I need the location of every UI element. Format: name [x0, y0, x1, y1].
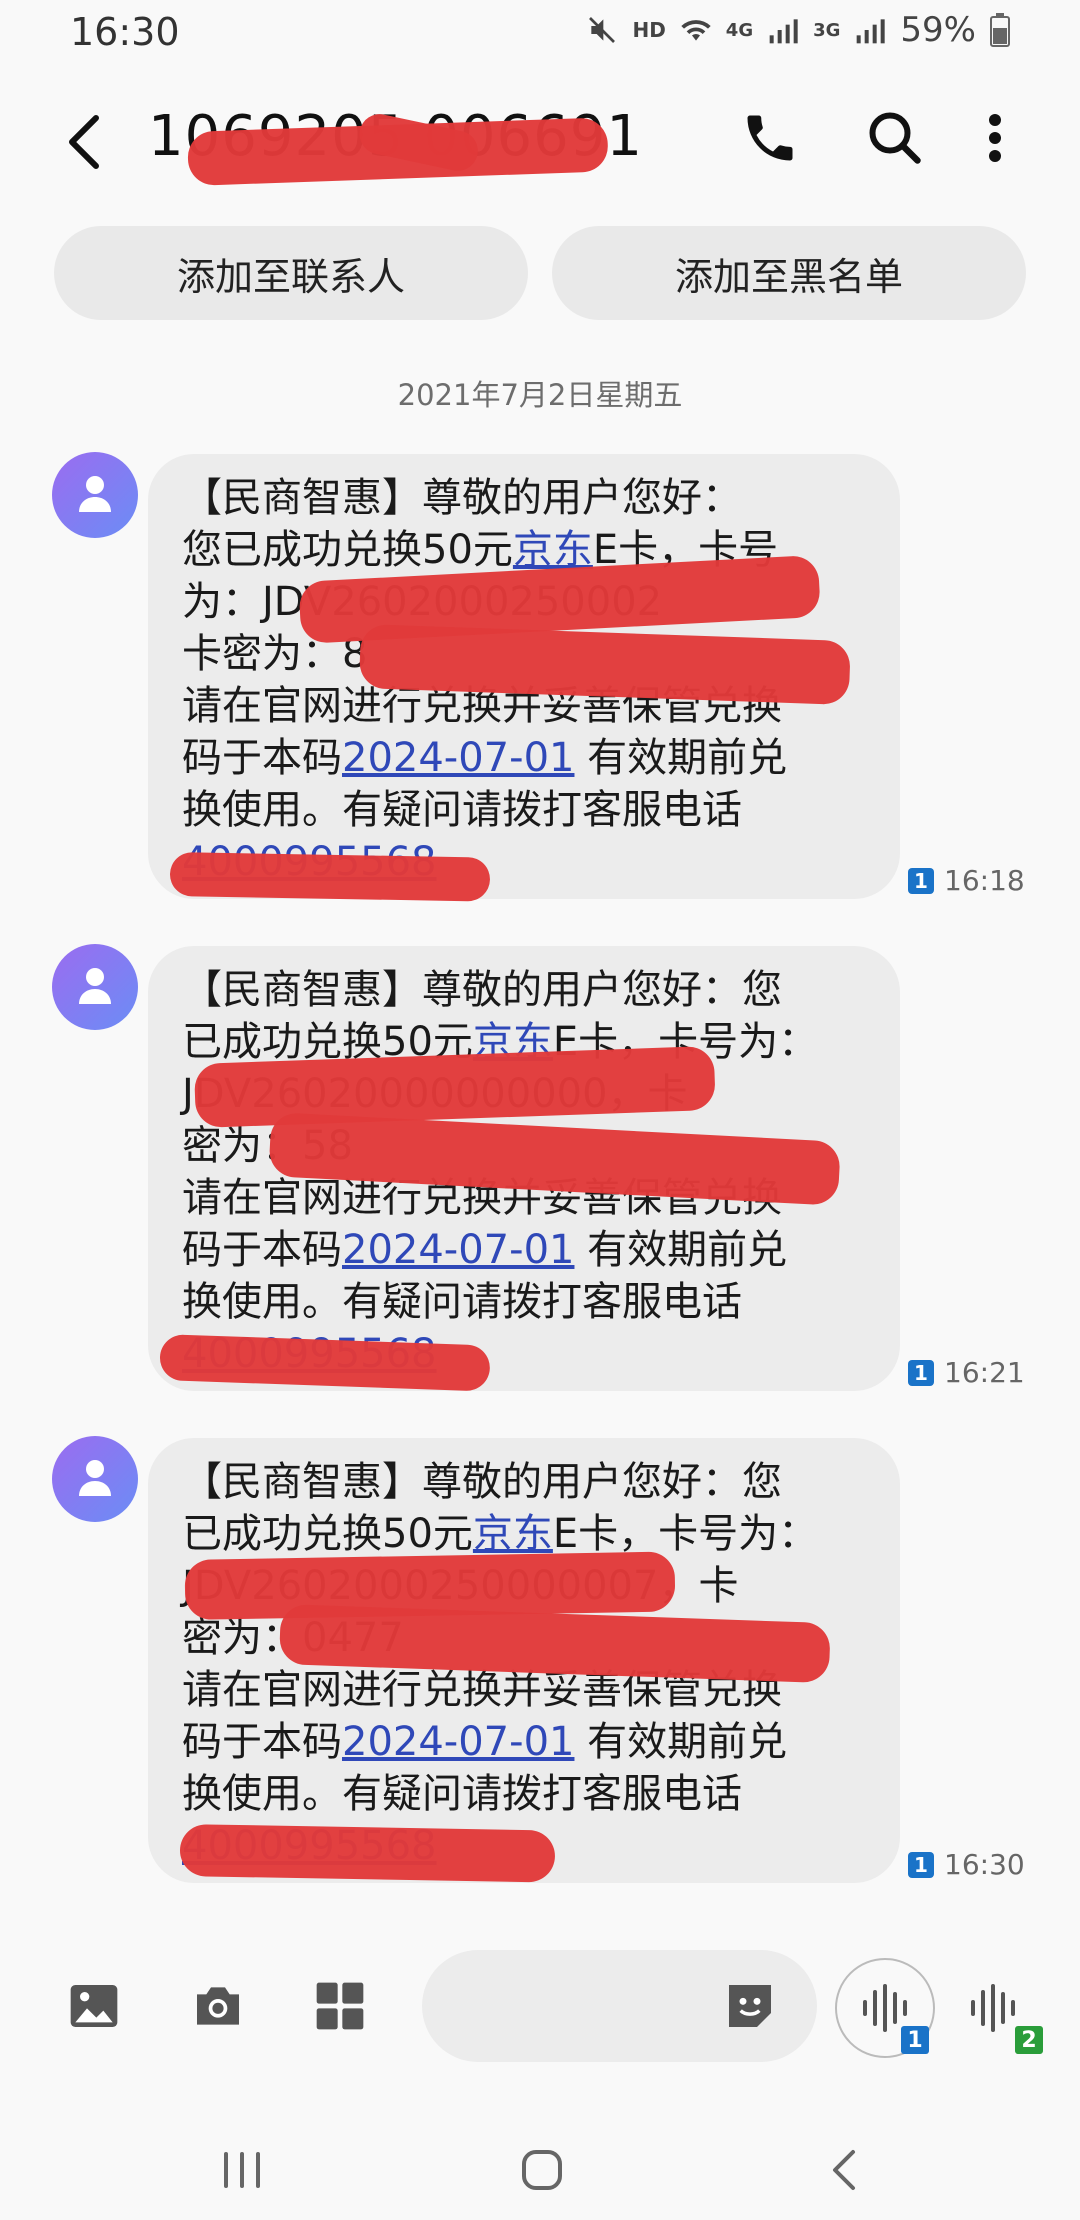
voice-message-sim2-button[interactable]: 2	[965, 1978, 1043, 2054]
hd-label: HD	[632, 18, 666, 42]
battery-percent: 59%	[900, 10, 976, 50]
conversation-header: 1069205 006691	[0, 90, 1080, 200]
sim-badge: 1	[908, 1851, 934, 1878]
status-bar: 16:30 HD 4G 3G 59%	[0, 0, 1080, 66]
sim-badge: 1	[908, 1359, 934, 1386]
network-4g: 4G	[725, 19, 754, 41]
message-line: 换使用。有疑问请拨打客服电话	[182, 787, 742, 833]
battery-icon	[990, 13, 1010, 47]
voice-message-sim1-button[interactable]: 1	[835, 1958, 935, 2058]
signal-icon	[769, 19, 798, 44]
network-3g: 3G	[813, 19, 841, 41]
status-time: 16:30	[70, 10, 180, 54]
search-icon[interactable]	[865, 108, 925, 168]
gallery-icon[interactable]	[66, 1978, 122, 2034]
message-line: 【民商智惠】尊敬的用户您好：	[182, 475, 742, 521]
person-icon	[79, 476, 111, 512]
brand-link[interactable]: 京东	[473, 1511, 553, 1557]
avatar[interactable]	[52, 1436, 138, 1522]
avatar[interactable]	[52, 452, 138, 538]
more-options-icon[interactable]	[975, 108, 1015, 168]
message-line: 码于本码2024-07-01 有效期前兑	[182, 1227, 788, 1273]
add-to-blocklist-button[interactable]: 添加至黑名单	[552, 226, 1026, 320]
message-line: 码于本码2024-07-01 有效期前兑	[182, 1719, 788, 1765]
system-nav-bar	[0, 2110, 1080, 2220]
sticker-icon[interactable]	[722, 1978, 778, 2034]
conversation-date: 2021年7月2日星期五	[397, 378, 683, 412]
message-composer: 1 2	[0, 1950, 1080, 2120]
sim2-badge: 2	[1015, 2026, 1043, 2054]
sim-badge: 1	[908, 867, 934, 894]
person-icon	[79, 1460, 111, 1496]
message-meta: 1 16:18	[908, 864, 1025, 897]
signal-icon-2	[857, 19, 886, 44]
message-time: 16:21	[944, 1356, 1025, 1389]
home-icon[interactable]	[512, 2140, 572, 2200]
message-meta: 1 16:21	[908, 1356, 1025, 1389]
message-line: 【民商智惠】尊敬的用户您好：您	[182, 1459, 782, 1505]
brand-link[interactable]: 京东	[513, 527, 593, 573]
phone-icon[interactable]	[740, 108, 800, 168]
date-link[interactable]: 2024-07-01	[342, 735, 574, 781]
avatar[interactable]	[52, 944, 138, 1030]
redaction-mark	[179, 1824, 556, 1883]
message-time: 16:30	[944, 1848, 1025, 1881]
apps-icon[interactable]	[312, 1978, 368, 2034]
message-line: 【民商智惠】尊敬的用户您好：您	[182, 967, 782, 1013]
date-link[interactable]: 2024-07-01	[342, 1719, 574, 1765]
date-link[interactable]: 2024-07-01	[342, 1227, 574, 1273]
message-time: 16:18	[944, 864, 1025, 897]
wifi-icon	[681, 20, 711, 41]
message-line: 换使用。有疑问请拨打客服电话	[182, 1771, 742, 1817]
redaction-mark	[169, 852, 491, 902]
person-icon	[79, 968, 111, 1004]
message-line: 码于本码2024-07-01 有效期前兑	[182, 735, 788, 781]
status-icons: HD 4G 3G 59%	[586, 10, 1010, 50]
camera-icon[interactable]	[190, 1978, 246, 2034]
recent-apps-icon[interactable]	[212, 2140, 272, 2200]
back-icon[interactable]	[58, 102, 118, 182]
sim1-badge: 1	[901, 2026, 929, 2054]
back-nav-icon[interactable]	[815, 2140, 875, 2200]
add-to-contacts-button[interactable]: 添加至联系人	[54, 226, 528, 320]
message-meta: 1 16:30	[908, 1848, 1025, 1881]
mute-icon	[589, 17, 616, 43]
message-line: 已成功兑换50元京东E卡，卡号为：	[182, 1511, 819, 1557]
message-line: 换使用。有疑问请拨打客服电话	[182, 1279, 742, 1325]
